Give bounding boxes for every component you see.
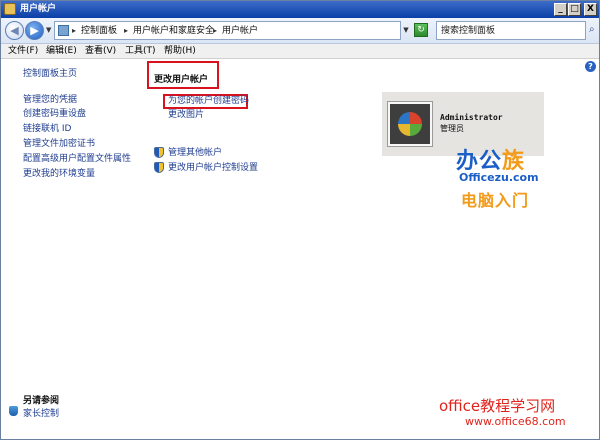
uac-shield-icon (154, 147, 164, 158)
sidebar-item-advanced-profile-properties[interactable]: 配置高级用户配置文件属性 (23, 154, 131, 165)
sidebar-item-create-reset-disk[interactable]: 创建密码重设盘 (23, 109, 86, 120)
user-accounts-window: 用户帐户 _ □ X ◀ ▶ ▼ ▸ 控制面板 ▸ 用户帐户和家庭安全 ▸ 用户… (0, 0, 600, 440)
parental-controls-icon (9, 406, 18, 416)
breadcrumb-separator-icon[interactable]: ▸ (213, 25, 217, 37)
windows-logo-icon (398, 112, 422, 136)
back-button[interactable]: ◀ (5, 21, 24, 40)
search-placeholder: 搜索控制面板 (441, 26, 496, 36)
menu-tools[interactable]: 工具(T) (125, 46, 156, 57)
page-title: 更改用户帐户 (154, 75, 209, 85)
user-accounts-icon (4, 3, 16, 15)
sidebar-item-manage-credentials[interactable]: 管理您的凭据 (23, 95, 77, 106)
breadcrumb-separator-icon[interactable]: ▸ (124, 25, 128, 37)
help-icon[interactable]: ? (585, 61, 596, 72)
change-picture-link[interactable]: 更改图片 (168, 110, 204, 121)
breadcrumb-separator-icon[interactable]: ▸ (72, 25, 76, 37)
watermark-title: office教程学习网 (439, 397, 556, 415)
watermark-url: www.office68.com (465, 415, 566, 428)
brand-tagline: 电脑入门 (461, 191, 530, 210)
minimize-button[interactable]: _ (554, 3, 567, 16)
forward-button[interactable]: ▶ (25, 21, 44, 40)
close-button[interactable]: X (584, 3, 597, 16)
breadcrumb-user-accounts[interactable]: 用户帐户 (222, 25, 258, 37)
uac-shield-icon (154, 162, 164, 173)
window-title: 用户帐户 (20, 4, 57, 14)
recent-pages-dropdown[interactable]: ▼ (46, 26, 51, 34)
breadcrumb-user-accounts-family-safety[interactable]: 用户帐户和家庭安全 (133, 25, 214, 37)
title-bar: 用户帐户 _ □ X (1, 1, 599, 18)
menu-view[interactable]: 查看(V) (85, 46, 116, 57)
account-role: 管理员 (440, 124, 464, 133)
navigation-bar: ◀ ▶ ▼ ▸ 控制面板 ▸ 用户帐户和家庭安全 ▸ 用户帐户 ▼ ↻ 搜索控制… (1, 18, 599, 44)
see-also-heading: 另请参阅 (23, 396, 60, 406)
refresh-button[interactable]: ↻ (414, 23, 428, 37)
sidebar-item-environment-variables[interactable]: 更改我的环境变量 (23, 169, 95, 180)
manage-other-accounts-link[interactable]: 管理其他帐户 (168, 148, 222, 159)
maximize-button[interactable]: □ (568, 3, 581, 16)
create-password-link[interactable]: 为您的帐户创建密码 (168, 96, 249, 107)
sidebar-item-manage-encryption-certs[interactable]: 管理文件加密证书 (23, 139, 95, 150)
content-area: ? 控制面板主页 管理您的凭据 创建密码重设盘 链接联机 ID 管理文件加密证书… (1, 59, 599, 439)
brand-site: Officezu.com (459, 171, 539, 184)
menu-help[interactable]: 帮助(H) (164, 46, 196, 57)
avatar[interactable] (388, 102, 432, 146)
control-panel-icon (58, 25, 69, 36)
address-bar[interactable]: ▸ 控制面板 ▸ 用户帐户和家庭安全 ▸ 用户帐户 (54, 21, 401, 40)
parental-controls-link[interactable]: 家长控制 (23, 406, 59, 419)
search-icon[interactable]: ⌕ (589, 24, 595, 35)
sidebar-item-link-online-id[interactable]: 链接联机 ID (23, 124, 71, 135)
sidebar-item-control-panel-home[interactable]: 控制面板主页 (23, 69, 77, 80)
menu-edit[interactable]: 编辑(E) (46, 46, 77, 57)
account-name: Administrator (440, 113, 503, 122)
search-input[interactable]: 搜索控制面板 (436, 21, 586, 40)
address-dropdown-icon[interactable]: ▼ (401, 21, 411, 40)
breadcrumb-control-panel[interactable]: 控制面板 (81, 25, 117, 37)
change-uac-settings-link[interactable]: 更改用户帐户控制设置 (168, 163, 258, 174)
menu-bar: 文件(F) 编辑(E) 查看(V) 工具(T) 帮助(H) (1, 44, 599, 59)
menu-file[interactable]: 文件(F) (8, 46, 38, 57)
